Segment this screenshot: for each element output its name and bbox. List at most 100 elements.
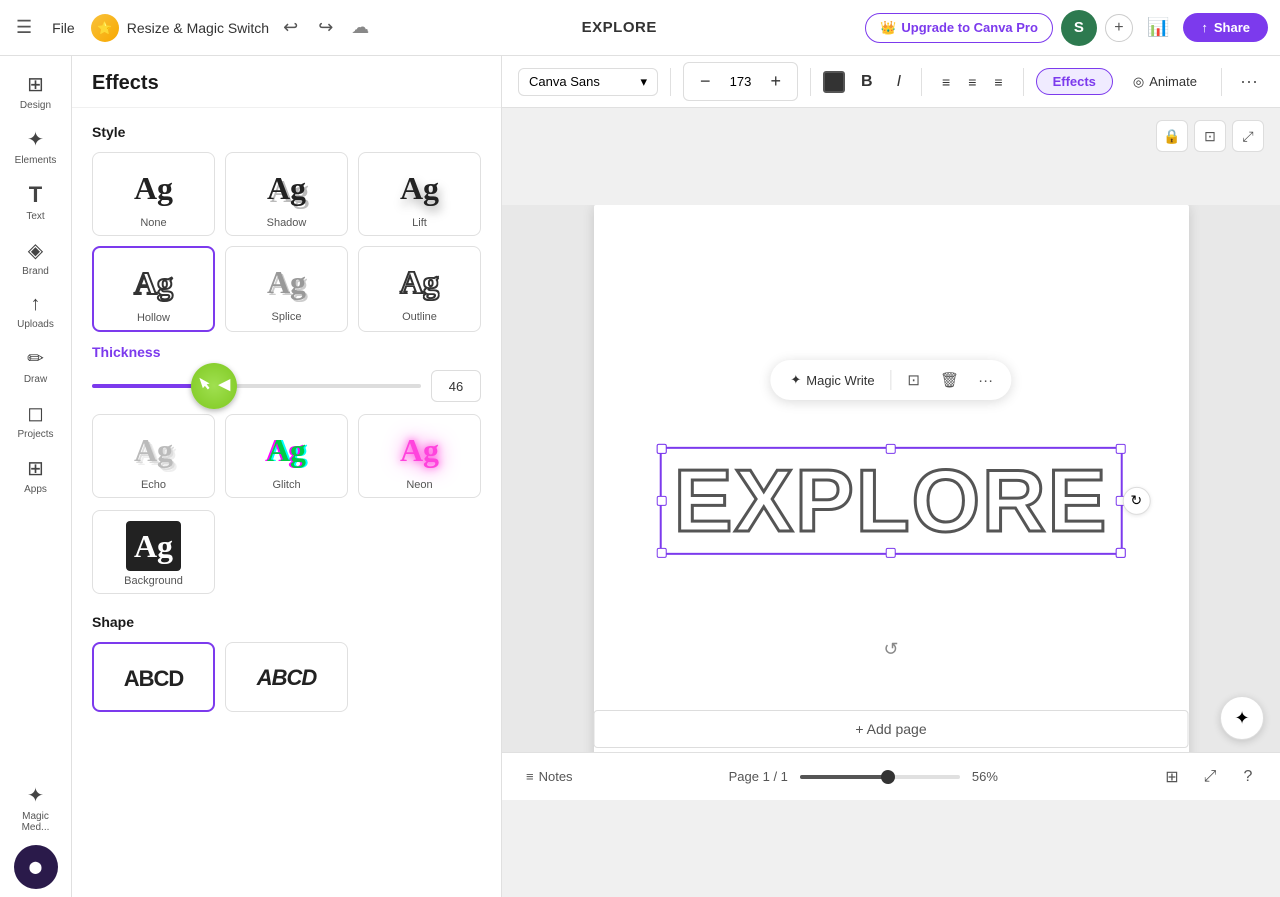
style-none[interactable]: Ag None bbox=[92, 152, 215, 236]
font-size-minus[interactable]: − bbox=[692, 66, 719, 97]
sidebar-item-text[interactable]: T Text bbox=[6, 174, 66, 228]
sidebar-item-projects[interactable]: ◻ Projects bbox=[6, 393, 66, 446]
resize-handle-bm[interactable] bbox=[886, 547, 896, 557]
expand-button[interactable]: ⤢ bbox=[1232, 120, 1264, 152]
file-button[interactable]: File bbox=[44, 16, 83, 40]
animate-button[interactable]: ◎ Animate bbox=[1121, 69, 1209, 95]
magic-circle-button[interactable]: ⬤ bbox=[14, 845, 58, 889]
shape-grid: ABCD ABCD bbox=[92, 642, 481, 712]
sidebar: ⊞ Design ✦ Elements T Text ◈ Brand ↑ Upl… bbox=[0, 56, 72, 897]
style-hollow[interactable]: Ag Hollow bbox=[92, 246, 215, 332]
shape-italic[interactable]: ABCD bbox=[225, 642, 348, 712]
magic-write-icon: ✦ bbox=[790, 372, 801, 388]
align-right-button[interactable]: ≡ bbox=[986, 69, 1010, 95]
thickness-thumb[interactable] bbox=[191, 363, 237, 409]
thickness-row: 46 bbox=[92, 370, 481, 402]
style-none-preview: Ag bbox=[134, 163, 173, 213]
page-info: Page 1 / 1 bbox=[729, 769, 788, 784]
font-size-plus[interactable]: + bbox=[763, 66, 790, 97]
style-none-label: None bbox=[140, 217, 166, 229]
upgrade-button[interactable]: 👑 Upgrade to Canva Pro bbox=[865, 13, 1053, 43]
magic-circle-icon: ⬤ bbox=[29, 860, 42, 874]
user-avatar[interactable]: S bbox=[1061, 10, 1097, 46]
help-button[interactable]: ? bbox=[1232, 761, 1264, 793]
resize-handle-ml[interactable] bbox=[657, 495, 667, 505]
copy-element-button[interactable]: ⊡ bbox=[900, 366, 928, 394]
editor-area: Canva Sans ▾ − + B I ≡ ≡ ≡ Effects ◎ bbox=[502, 56, 1280, 897]
align-left-button[interactable]: ≡ bbox=[934, 69, 958, 95]
cursor-icon bbox=[197, 377, 215, 395]
more-options-button[interactable]: ··· bbox=[1234, 67, 1264, 96]
canvas-controls: 🔒 ⊡ ⤢ bbox=[1156, 120, 1264, 152]
add-profile-button[interactable]: + bbox=[1105, 14, 1133, 42]
sidebar-item-label: Brand bbox=[22, 266, 49, 277]
align-center-button[interactable]: ≡ bbox=[960, 69, 984, 95]
style-background-preview: Ag bbox=[126, 521, 181, 571]
menu-icon[interactable]: ☰ bbox=[12, 13, 36, 42]
style-glitch[interactable]: Ag Glitch bbox=[225, 414, 348, 498]
delete-element-button[interactable]: 🗑 bbox=[936, 366, 964, 394]
topbar-center: EXPLORE bbox=[381, 19, 857, 36]
resize-handle-tm[interactable] bbox=[886, 443, 896, 453]
sidebar-item-label: Apps bbox=[24, 484, 47, 495]
style-lift[interactable]: Ag Lift bbox=[358, 152, 481, 236]
resize-handle-tl[interactable] bbox=[657, 443, 667, 453]
share-button[interactable]: ↑ Share bbox=[1183, 13, 1268, 42]
notes-button[interactable]: ≡ Notes bbox=[518, 765, 581, 788]
style-outline[interactable]: Ag Outline bbox=[358, 246, 481, 332]
resize-handle-tr[interactable] bbox=[1115, 443, 1125, 453]
canva-logo: ⭐ bbox=[91, 14, 119, 42]
thickness-value[interactable]: 46 bbox=[431, 370, 481, 402]
style-shadow[interactable]: Ag Shadow bbox=[225, 152, 348, 236]
resize-handle-br[interactable] bbox=[1115, 547, 1125, 557]
canvas-wrapper: 🔒 ⊡ ⤢ ✦ Magic Write ⊡ 🗑 · bbox=[502, 108, 1280, 897]
lock-button[interactable]: 🔒 bbox=[1156, 120, 1188, 152]
topbar: ☰ File ⭐ Resize & Magic Switch ↩ ↪ ☁ EXP… bbox=[0, 0, 1280, 56]
sidebar-item-label: Projects bbox=[17, 429, 53, 440]
sidebar-item-elements[interactable]: ✦ Elements bbox=[6, 119, 66, 172]
shape-section-label: Shape bbox=[92, 614, 481, 630]
font-size-input[interactable] bbox=[723, 74, 759, 89]
canvas-background[interactable]: ✦ Magic Write ⊡ 🗑 ··· bbox=[502, 205, 1280, 800]
sidebar-item-uploads[interactable]: ↑ Uploads bbox=[6, 285, 66, 336]
analytics-icon[interactable]: 📊 bbox=[1141, 13, 1175, 42]
style-grid-2: Ag Echo Ag Glitch Ag Neon bbox=[92, 414, 481, 498]
document-title[interactable]: EXPLORE bbox=[582, 19, 657, 36]
add-page-button[interactable]: + Add page bbox=[594, 710, 1189, 748]
rotate-handle[interactable]: ↻ bbox=[1122, 486, 1150, 514]
sidebar-item-magic[interactable]: ✦ Magic Med... bbox=[6, 775, 66, 839]
resize-handle-bl[interactable] bbox=[657, 547, 667, 557]
text-color-swatch[interactable] bbox=[823, 71, 845, 93]
style-echo[interactable]: Ag Echo bbox=[92, 414, 215, 498]
redo-button[interactable]: ↪ bbox=[312, 13, 339, 42]
fullscreen-button[interactable]: ⤢ bbox=[1194, 761, 1226, 793]
thickness-section: Thickness 46 bbox=[72, 340, 501, 414]
zoom-slider[interactable] bbox=[800, 775, 960, 779]
thickness-slider[interactable] bbox=[92, 376, 421, 396]
bold-button[interactable]: B bbox=[853, 68, 881, 96]
assistant-button[interactable]: ✦ bbox=[1220, 696, 1264, 740]
sidebar-item-apps[interactable]: ⊞ Apps bbox=[6, 448, 66, 501]
style-background[interactable]: Ag Background bbox=[92, 510, 215, 594]
share-icon: ↑ bbox=[1201, 20, 1208, 35]
shape-normal[interactable]: ABCD bbox=[92, 642, 215, 712]
effects-button[interactable]: Effects bbox=[1036, 68, 1113, 95]
sidebar-item-draw[interactable]: ✏ Draw bbox=[6, 338, 66, 391]
text-element-selected[interactable]: ↻ EXPLORE bbox=[660, 446, 1123, 554]
topbar-title: Resize & Magic Switch bbox=[127, 20, 269, 36]
style-splice[interactable]: Ag Splice bbox=[225, 246, 348, 332]
grid-view-button[interactable]: ⊞ bbox=[1156, 761, 1188, 793]
zoom-thumb[interactable] bbox=[881, 770, 895, 784]
undo-button[interactable]: ↩ bbox=[277, 13, 304, 42]
refresh-icon[interactable]: ↺ bbox=[875, 633, 907, 665]
style-neon[interactable]: Ag Neon bbox=[358, 414, 481, 498]
element-more-button[interactable]: ··· bbox=[972, 366, 1000, 394]
sidebar-item-design[interactable]: ⊞ Design bbox=[6, 64, 66, 117]
italic-button[interactable]: I bbox=[889, 68, 909, 96]
style-background-label: Background bbox=[124, 575, 183, 587]
elements-icon: ✦ bbox=[27, 127, 44, 152]
magic-write-button[interactable]: ✦ Magic Write bbox=[782, 369, 882, 391]
duplicate-button[interactable]: ⊡ bbox=[1194, 120, 1226, 152]
font-family-select[interactable]: Canva Sans ▾ bbox=[518, 68, 658, 96]
sidebar-item-brand[interactable]: ◈ Brand bbox=[6, 230, 66, 283]
